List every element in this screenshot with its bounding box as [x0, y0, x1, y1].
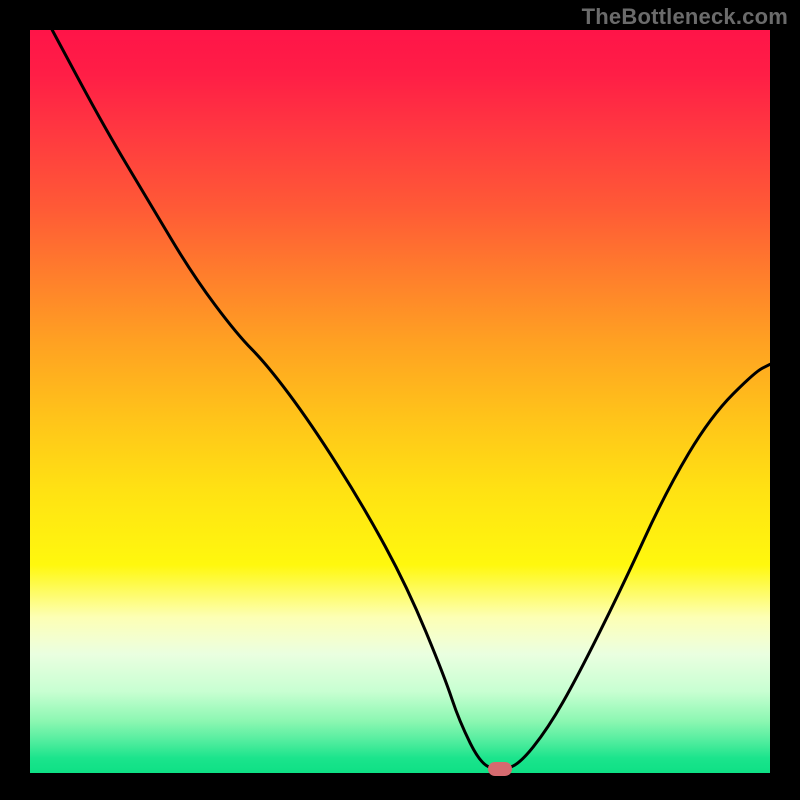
optimal-point-marker [488, 762, 512, 776]
chart-frame: TheBottleneck.com [0, 0, 800, 800]
bottleneck-curve [30, 30, 770, 773]
curve-path [52, 30, 770, 768]
watermark-text: TheBottleneck.com [582, 4, 788, 30]
chart-plot-area [30, 30, 770, 773]
